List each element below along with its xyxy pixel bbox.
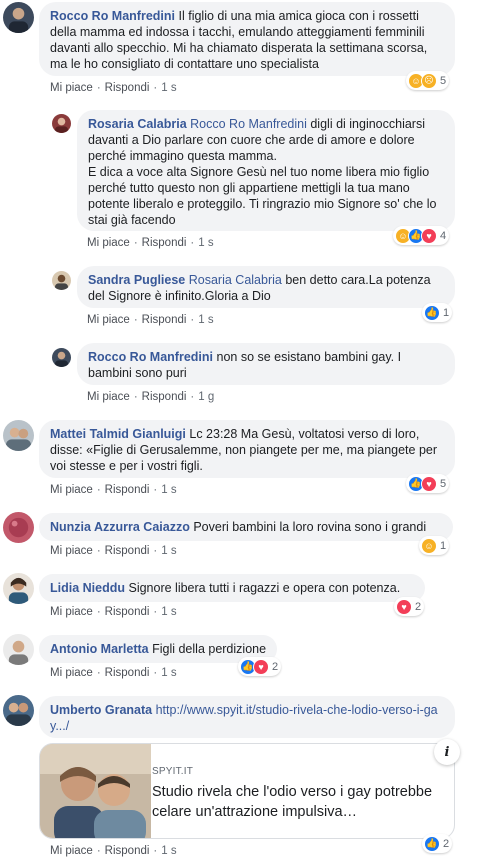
like-link[interactable]: Mi piace	[87, 237, 130, 249]
reaction-summary[interactable]: 👍 2	[422, 834, 453, 853]
comment-time[interactable]: 1 s	[161, 667, 176, 679]
avatar[interactable]	[3, 512, 34, 543]
like-link[interactable]: Mi piace	[50, 606, 93, 618]
like-link[interactable]: Mi piace	[87, 314, 130, 326]
reaction-summary[interactable]: 👍 1	[422, 303, 453, 322]
like-link[interactable]: Mi piace	[50, 845, 93, 857]
comment-actions: Mi piace · Rispondi · 1 s	[50, 667, 177, 679]
comment-time[interactable]: 1 s	[161, 545, 176, 557]
comment-bubble: Nunzia Azzurra Caiazzo Poveri bambini la…	[39, 513, 453, 541]
love-reaction-icon: ♥	[421, 227, 437, 244]
reaction-summary[interactable]: ☺ ☹ 5	[406, 71, 450, 90]
reaction-summary[interactable]: ♥ 2	[394, 597, 425, 616]
comment-time[interactable]: 1 g	[198, 391, 214, 403]
avatar[interactable]	[3, 634, 34, 665]
reaction-count: 2	[415, 600, 422, 613]
love-reaction-icon: ♥	[421, 475, 437, 492]
like-link[interactable]: Mi piace	[50, 667, 93, 679]
reply-link[interactable]: Rispondi	[142, 391, 187, 403]
comment-bubble: Rosaria Calabria Rocco Ro Manfredini dig…	[77, 110, 455, 231]
comment-bubble: Rocco Ro Manfredini Il figlio di una mia…	[39, 2, 455, 76]
reaction-summary[interactable]: 👍 ♥ 2	[238, 657, 282, 676]
reply-link[interactable]: Rispondi	[142, 237, 187, 249]
comment-author[interactable]: Nunzia Azzurra Caiazzo	[50, 520, 190, 534]
comment-author[interactable]: Rocco Ro Manfredini	[50, 9, 175, 23]
reaction-summary[interactable]: ☺ 1	[419, 536, 450, 555]
reaction-count: 5	[440, 477, 447, 490]
reply-link[interactable]: Rispondi	[105, 606, 150, 618]
reaction-count: 1	[440, 539, 447, 552]
link-preview-title[interactable]: Studio rivela che l'odio verso i gay pot…	[152, 782, 442, 822]
avatar[interactable]	[3, 2, 34, 33]
comment-text: Figli della perdizione	[152, 642, 267, 656]
comment-time[interactable]: 1 s	[161, 845, 176, 857]
reaction-count: 2	[272, 660, 279, 673]
comment-actions: Mi piace · Rispondi · 1 g	[87, 391, 215, 403]
avatar[interactable]	[3, 420, 34, 451]
reaction-summary[interactable]: 👍 ♥ 5	[406, 474, 450, 493]
comment-bubble: Sandra Pugliese Rosaria Calabria ben det…	[77, 266, 455, 308]
avatar[interactable]	[52, 271, 71, 290]
reply-link[interactable]: Rispondi	[105, 484, 150, 496]
sad-reaction-icon: ☹	[421, 72, 437, 89]
comment-mention[interactable]: Rosaria Calabria	[189, 273, 282, 287]
love-reaction-icon: ♥	[396, 598, 412, 615]
comment-author[interactable]: Umberto Granata	[50, 703, 152, 717]
reaction-count: 5	[440, 74, 447, 87]
link-preview-site: SPYIT.IT	[152, 766, 194, 777]
reaction-count: 4	[440, 229, 447, 242]
avatar[interactable]	[3, 573, 34, 604]
comment-author[interactable]: Rosaria Calabria	[88, 117, 187, 131]
comment-text: Poveri bambini la loro rovina sono i gra…	[193, 520, 427, 534]
comment-time[interactable]: 1 s	[161, 606, 176, 618]
like-link[interactable]: Mi piace	[50, 484, 93, 496]
reply-link[interactable]: Rispondi	[105, 845, 150, 857]
comment-actions: Mi piace · Rispondi · 1 s	[50, 484, 177, 496]
like-reaction-icon: 👍	[424, 835, 440, 852]
comment-time[interactable]: 1 s	[198, 237, 213, 249]
comment-actions: Mi piace · Rispondi · 1 s	[87, 314, 214, 326]
reply-link[interactable]: Rispondi	[142, 314, 187, 326]
comment-actions: Mi piace · Rispondi · 1 s	[50, 606, 177, 618]
reaction-count: 2	[443, 837, 450, 850]
comment-time[interactable]: 1 s	[161, 484, 176, 496]
reaction-count: 1	[443, 306, 450, 319]
comment-author[interactable]: Mattei Talmid Gianluigi	[50, 427, 186, 441]
reaction-summary[interactable]: ☺ 👍 ♥ 4	[393, 226, 450, 245]
comment-actions: Mi piace · Rispondi · 1 s	[50, 845, 177, 857]
comment-actions: Mi piace · Rispondi · 1 s	[87, 237, 214, 249]
comment-mention[interactable]: Rocco Ro Manfredini	[190, 117, 307, 131]
comment-author[interactable]: Rocco Ro Manfredini	[88, 350, 213, 364]
comment-author[interactable]: Lidia Nieddu	[50, 581, 125, 595]
haha-reaction-icon: ☺	[421, 537, 437, 554]
link-preview-image[interactable]	[40, 744, 151, 838]
avatar[interactable]	[3, 695, 34, 726]
comment-actions: Mi piace · Rispondi · 1 s	[50, 545, 177, 557]
comment-text: Signore libera tutti i ragazzi e opera c…	[128, 581, 401, 595]
reply-link[interactable]: Rispondi	[105, 545, 150, 557]
comment-bubble: Mattei Talmid Gianluigi Lc 23:28 Ma Gesù…	[39, 420, 455, 478]
comment-bubble: Umberto Granata http://www.spyit.it/stud…	[39, 696, 455, 738]
info-icon[interactable]: i	[434, 739, 460, 765]
comment-actions: Mi piace · Rispondi · 1 s	[50, 82, 177, 94]
avatar[interactable]	[52, 348, 71, 367]
like-link[interactable]: Mi piace	[87, 391, 130, 403]
avatar[interactable]	[52, 114, 71, 133]
reply-link[interactable]: Rispondi	[105, 82, 150, 94]
like-reaction-icon: 👍	[424, 304, 440, 321]
reply-link[interactable]: Rispondi	[105, 667, 150, 679]
like-link[interactable]: Mi piace	[50, 545, 93, 557]
link-preview-card[interactable]: SPYIT.IT Studio rivela che l'odio verso …	[39, 743, 455, 839]
love-reaction-icon: ♥	[253, 658, 269, 675]
comment-bubble: Lidia Nieddu Signore libera tutti i raga…	[39, 574, 425, 602]
comment-bubble: Rocco Ro Manfredini non so se esistano b…	[77, 343, 455, 385]
comment-author[interactable]: Sandra Pugliese	[88, 273, 185, 287]
comment-text: digli di inginocchiarsi davanti a Dio pa…	[88, 117, 437, 227]
like-link[interactable]: Mi piace	[50, 82, 93, 94]
comment-time[interactable]: 1 s	[198, 314, 213, 326]
comment-author[interactable]: Antonio Marletta	[50, 642, 149, 656]
comment-time[interactable]: 1 s	[161, 82, 176, 94]
